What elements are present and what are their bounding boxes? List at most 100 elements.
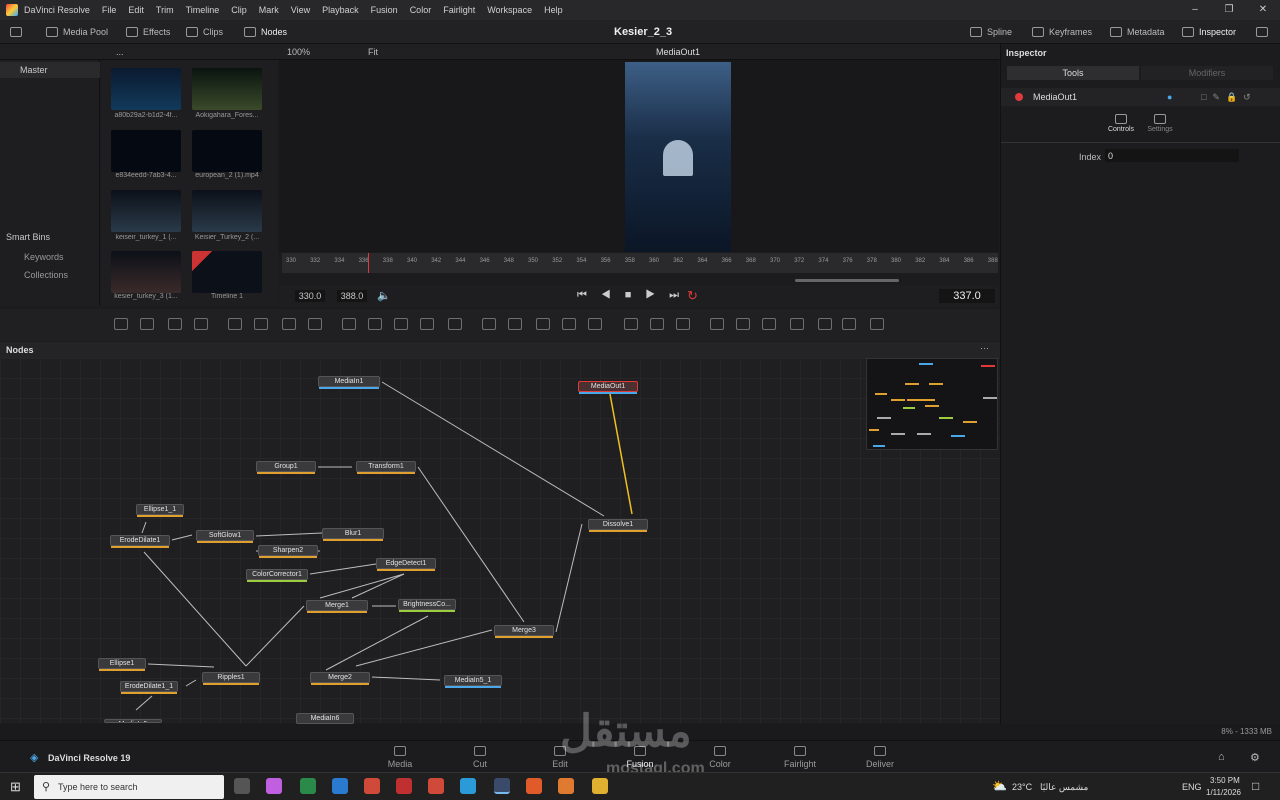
node-merge2[interactable]: Merge2 [310, 672, 370, 685]
node-edgedetect1[interactable]: EdgeDetect1 [376, 558, 436, 571]
minimize-icon[interactable]: – [1178, 0, 1212, 20]
tool-color-dot-icon[interactable] [1015, 93, 1023, 101]
loop-icon[interactable]: ↻ [687, 288, 698, 304]
node-brightnessco[interactable]: BrightnessCo... [398, 599, 456, 612]
subtab-controls[interactable]: Controls [1105, 114, 1137, 133]
menu-edit[interactable]: Edit [128, 5, 144, 15]
menu-workspace[interactable]: Workspace [487, 5, 532, 15]
playhead[interactable] [368, 253, 369, 273]
resolve-taskbar-icon[interactable] [494, 778, 510, 794]
close-icon[interactable]: ✕ [1246, 0, 1280, 20]
node-dissolve1[interactable]: Dissolve1 [588, 519, 648, 532]
node-mediain5[interactable]: MediaIn5 [104, 719, 162, 723]
version-dot-icon[interactable]: ● [1167, 92, 1172, 102]
edge-icon[interactable] [300, 778, 316, 794]
page-fairlight[interactable]: Fairlight [770, 746, 830, 769]
node-minimap[interactable] [866, 358, 998, 450]
index-field[interactable]: 0 [1105, 149, 1239, 162]
home-icon[interactable]: ⌂ [1218, 751, 1225, 763]
metadata-button[interactable]: Metadata [1110, 20, 1165, 44]
fusion-tool-icon[interactable] [624, 318, 638, 330]
menu-trim[interactable]: Trim [156, 5, 174, 15]
task-view-icon[interactable] [234, 778, 250, 794]
fusion-tool-icon[interactable] [368, 318, 382, 330]
clip-thumb-3[interactable] [111, 130, 181, 172]
bin-collections[interactable]: Collections [24, 270, 68, 280]
fusion-tool-icon[interactable] [762, 318, 776, 330]
viewer-scrollbar[interactable] [795, 279, 899, 282]
nodes-button[interactable]: Nodes [244, 20, 287, 44]
fusion-tool-icon[interactable] [790, 318, 804, 330]
fusion-tool-icon[interactable] [420, 318, 434, 330]
zoom-select[interactable]: 100% [287, 47, 310, 57]
node-group1[interactable]: Group1 [256, 461, 316, 474]
notification-icon[interactable]: □ [1252, 779, 1259, 793]
fusion-tool-icon[interactable] [710, 318, 724, 330]
fusion-tool-icon[interactable] [676, 318, 690, 330]
media-pool-button[interactable]: Media Pool [46, 20, 108, 44]
page-deliver[interactable]: Deliver [850, 746, 910, 769]
menu-clip[interactable]: Clip [231, 5, 247, 15]
timeline-thumb[interactable] [192, 251, 262, 293]
clips-button[interactable]: Clips [186, 20, 223, 44]
tab-tools[interactable]: Tools [1007, 66, 1139, 80]
node-merge3[interactable]: Merge3 [494, 625, 554, 638]
out-point-field[interactable]: 388.0 [337, 290, 367, 302]
fusion-tool-icon[interactable] [536, 318, 550, 330]
vscode-icon[interactable] [332, 778, 348, 794]
fusion-tool-icon[interactable] [282, 318, 296, 330]
weather-icon[interactable]: ⛅ [992, 779, 1007, 793]
playback-controls[interactable]: ⏮◀■▶⏭ [577, 289, 693, 302]
node-erodedilate1[interactable]: ErodeDilate1 [110, 535, 170, 548]
menu-playback[interactable]: Playback [322, 5, 359, 15]
maximize-icon[interactable]: ❐ [1212, 0, 1246, 20]
fusion-tool-icon[interactable] [140, 318, 154, 330]
fusion-tool-icon[interactable] [228, 318, 242, 330]
chrome-icon[interactable] [364, 778, 380, 794]
gear-icon[interactable]: ⚙ [1250, 751, 1260, 764]
menu-fairlight[interactable]: Fairlight [443, 5, 475, 15]
language-indicator[interactable]: ENG [1182, 782, 1202, 792]
nodes-more-icon[interactable]: ⋯ [980, 343, 989, 354]
node-mediain1[interactable]: MediaIn1 [318, 376, 380, 389]
clip-thumb-5[interactable] [111, 190, 181, 232]
fusion-tool-icon[interactable] [114, 318, 128, 330]
viewer[interactable] [279, 60, 999, 252]
node-erodedilate1-1[interactable]: ErodeDilate1_1 [120, 681, 178, 694]
clock-date[interactable]: 1/11/2026 [1206, 788, 1241, 797]
page-media[interactable]: Media [370, 746, 430, 769]
node-merge1[interactable]: Merge1 [306, 600, 368, 613]
node-softglow1[interactable]: SoftGlow1 [196, 530, 254, 543]
node-colorcorrector1[interactable]: ColorCorrector1 [246, 569, 308, 582]
telegram-icon[interactable] [460, 778, 476, 794]
menu-view[interactable]: View [291, 5, 310, 15]
audio-icon[interactable]: 🔈 [377, 289, 391, 302]
menu-fusion[interactable]: Fusion [371, 5, 398, 15]
node-graph[interactable]: MediaIn1 MediaOut1 Group1 Transform1 Ell… [0, 358, 1000, 726]
tab-modifiers[interactable]: Modifiers [1141, 66, 1273, 80]
fusion-tool-icon[interactable] [194, 318, 208, 330]
fullscreen-button[interactable] [1256, 20, 1268, 44]
menu-help[interactable]: Help [544, 5, 563, 15]
time-ruler[interactable]: 330 332 334 336 338 340 342 344 346 348 350 352 354 3… [282, 253, 998, 273]
node-ripples1[interactable]: Ripples1 [202, 672, 260, 685]
subtab-settings[interactable]: Settings [1143, 114, 1177, 133]
menu-mark[interactable]: Mark [259, 5, 279, 15]
fusion-tool-icon[interactable] [650, 318, 664, 330]
fusion-tool-icon[interactable] [342, 318, 356, 330]
fusion-tool-icon[interactable] [448, 318, 462, 330]
tool-actions-icons[interactable]: □✎🔒↺ [1201, 92, 1257, 103]
keyframes-button[interactable]: Keyframes [1032, 20, 1092, 44]
clip-thumb-6[interactable] [192, 190, 262, 232]
app-icon[interactable] [396, 778, 412, 794]
fusion-tool-icon[interactable] [818, 318, 832, 330]
brave-icon[interactable] [526, 778, 542, 794]
fusion-tool-icon[interactable] [482, 318, 496, 330]
node-ellipse1-1[interactable]: Ellipse1_1 [136, 504, 184, 517]
panel-toggle-button[interactable] [10, 20, 22, 44]
node-mediaout1[interactable]: MediaOut1 [578, 381, 638, 394]
node-mediain6[interactable]: MediaIn6 [296, 713, 354, 726]
menu-timeline[interactable]: Timeline [186, 5, 220, 15]
menu-file[interactable]: File [102, 5, 117, 15]
bin-master[interactable]: Master [0, 62, 100, 78]
